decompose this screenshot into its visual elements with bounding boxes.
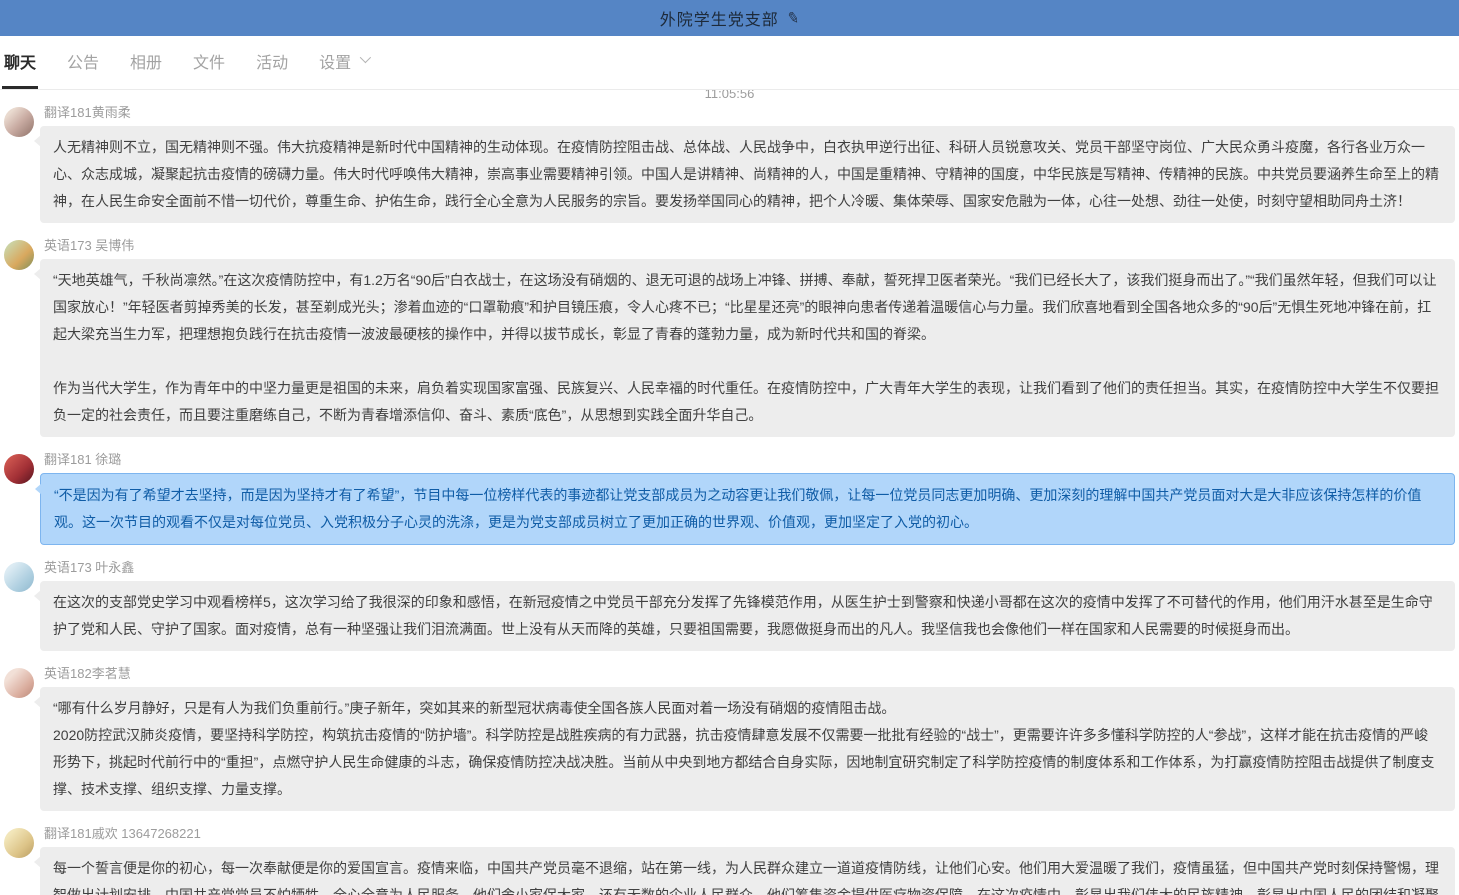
tab-announcements[interactable]: 公告 [65, 36, 101, 89]
tab-bar: 聊天 公告 相册 文件 活动 设置 [0, 36, 1459, 90]
avatar[interactable] [4, 562, 34, 592]
message-author: 英语182李茗慧 [40, 666, 1455, 682]
chat-message: 翻译181黄雨柔 人无精神则不立，国无精神则不强。伟大抗疫精神是新时代中国精神的… [4, 105, 1455, 223]
message-author: 翻译181黄雨柔 [40, 105, 1455, 121]
pencil-icon[interactable]: ✎ [785, 8, 801, 28]
chevron-down-icon [360, 52, 371, 63]
message-text: 作为当代大学生，作为青年中的中坚力量更是祖国的未来，肩负着实现国家富强、民族复兴… [53, 375, 1442, 429]
tab-files[interactable]: 文件 [191, 36, 227, 89]
tab-files-label: 文件 [193, 49, 225, 73]
avatar[interactable] [4, 454, 34, 484]
tab-albums[interactable]: 相册 [128, 36, 164, 89]
tab-announcements-label: 公告 [67, 49, 99, 73]
message-text: 人无精神则不立，国无精神则不强。伟大抗疫精神是新时代中国精神的生动体现。在疫情防… [53, 134, 1442, 215]
message-author: 翻译181戚欢 13647268221 [40, 826, 1455, 842]
message-text: 2020防控武汉肺炎疫情，要坚持科学防控，构筑抗击疫情的“防护墙”。科学防控是战… [53, 722, 1442, 803]
timestamp-divider: 11:05:56 [4, 90, 1455, 105]
message-text: 在这次的支部党史学习中观看榜样5，这次学习给了我很深的印象和感悟，在新冠疫情之中… [53, 589, 1442, 643]
avatar[interactable] [4, 107, 34, 137]
message-bubble[interactable]: 每一个誓言便是你的初心，每一次奉献便是你的爱国宣言。疫情来临，中国共产党员毫不退… [40, 847, 1455, 895]
tab-activities[interactable]: 活动 [254, 36, 290, 89]
chat-message: 英语173 叶永鑫 在这次的支部党史学习中观看榜样5，这次学习给了我很深的印象和… [4, 560, 1455, 651]
message-bubble[interactable]: 人无精神则不立，国无精神则不强。伟大抗疫精神是新时代中国精神的生动体现。在疫情防… [40, 126, 1455, 223]
tab-activities-label: 活动 [256, 49, 288, 73]
message-author: 英语173 叶永鑫 [40, 560, 1455, 576]
window-header: 外院学生党支部 ✎ [0, 0, 1459, 36]
message-author: 翻译181 徐璐 [40, 452, 1455, 468]
message-text: “不是因为有了希望才去坚持，而是因为坚持才有了希望”，节目中每一位榜样代表的事迹… [54, 482, 1441, 536]
chat-message: 英语182李茗慧 “哪有什么岁月静好，只是有人为我们负重前行。”庚子新年，突如其… [4, 666, 1455, 811]
message-bubble[interactable]: 在这次的支部党史学习中观看榜样5，这次学习给了我很深的印象和感悟，在新冠疫情之中… [40, 581, 1455, 651]
avatar[interactable] [4, 240, 34, 270]
group-title: 外院学生党支部 [660, 6, 779, 30]
message-text: 每一个誓言便是你的初心，每一次奉献便是你的爱国宣言。疫情来临，中国共产党员毫不退… [53, 855, 1442, 895]
avatar[interactable] [4, 828, 34, 858]
message-bubble[interactable]: “哪有什么岁月静好，只是有人为我们负重前行。”庚子新年，突如其来的新型冠状病毒使… [40, 687, 1455, 811]
chat-message: 英语173 吴博伟 “天地英雄气，千秋尚凛然。”在这次疫情防控中，有1.2万名“… [4, 238, 1455, 437]
message-bubble-highlighted[interactable]: “不是因为有了希望才去坚持，而是因为坚持才有了希望”，节目中每一位榜样代表的事迹… [40, 473, 1455, 545]
message-text: “哪有什么岁月静好，只是有人为我们负重前行。”庚子新年，突如其来的新型冠状病毒使… [53, 695, 1442, 722]
tab-chat-label: 聊天 [4, 49, 36, 73]
avatar[interactable] [4, 668, 34, 698]
tab-chat[interactable]: 聊天 [2, 36, 38, 89]
tab-albums-label: 相册 [130, 49, 162, 73]
message-text: “天地英雄气，千秋尚凛然。”在这次疫情防控中，有1.2万名“90后”白衣战士，在… [53, 267, 1442, 348]
chat-message-list[interactable]: 11:05:56 翻译181黄雨柔 人无精神则不立，国无精神则不强。伟大抗疫精神… [0, 90, 1459, 895]
tab-settings-label: 设置 [319, 49, 351, 73]
message-author: 英语173 吴博伟 [40, 238, 1455, 254]
chat-message-selected: 翻译181 徐璐 “不是因为有了希望才去坚持，而是因为坚持才有了希望”，节目中每… [4, 452, 1455, 545]
message-bubble[interactable]: “天地英雄气，千秋尚凛然。”在这次疫情防控中，有1.2万名“90后”白衣战士，在… [40, 259, 1455, 437]
group-chat-window: 外院学生党支部 ✎ 聊天 公告 相册 文件 活动 设置 11:05:56 翻译1… [0, 0, 1459, 895]
chat-message: 翻译181戚欢 13647268221 每一个誓言便是你的初心，每一次奉献便是你… [4, 826, 1455, 895]
tab-settings[interactable]: 设置 [317, 36, 370, 89]
